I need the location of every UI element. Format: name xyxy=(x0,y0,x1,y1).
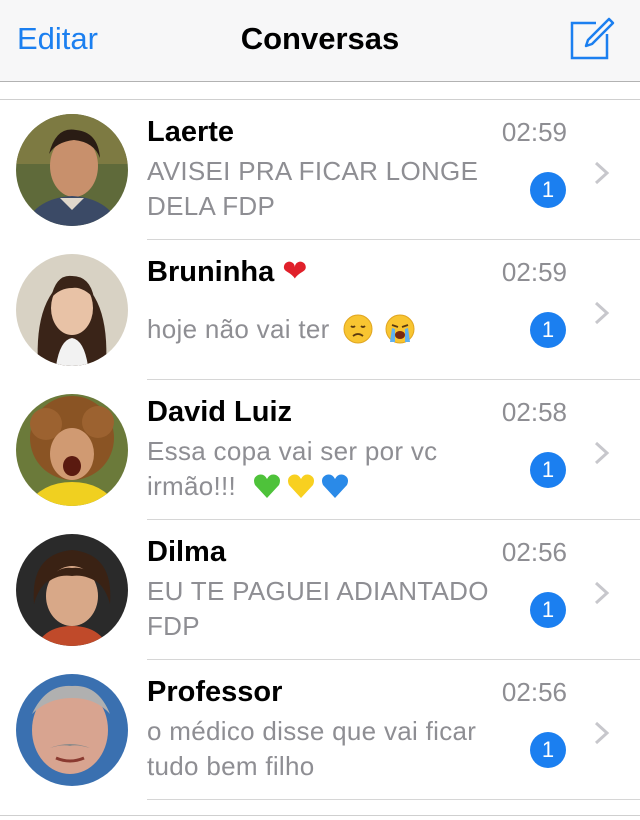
page-title: Conversas xyxy=(240,21,400,56)
contact-name: Bruninha ❤ xyxy=(147,254,307,290)
contact-name: Professor xyxy=(147,676,283,708)
preview-line: Essa copa vai ser por vc xyxy=(147,436,438,466)
message-preview: hoje não vai ter xyxy=(147,312,507,347)
avatar xyxy=(16,254,128,366)
conversation-row[interactable]: Dilma 02:56 EU TE PAGUEI ADIANTADO FDP 1 xyxy=(0,520,640,660)
avatar xyxy=(16,114,128,226)
conversation-list: Laerte 02:59 AVISEI PRA FICAR LONGE DELA… xyxy=(0,100,640,800)
crying-face-icon xyxy=(385,314,415,344)
preview-text: irmão!!! xyxy=(147,471,237,501)
timestamp: 02:59 xyxy=(501,257,567,287)
list-bottom-divider xyxy=(0,815,640,816)
conversation-row[interactable]: Professor 02:56 o médico disse que vai f… xyxy=(0,660,640,800)
chevron-right-icon xyxy=(594,581,610,605)
preview-line: EU TE PAGUEI ADIANTADO xyxy=(147,576,489,606)
avatar xyxy=(16,394,128,506)
unread-badge: 1 xyxy=(530,452,566,488)
contact-name: Laerte xyxy=(147,116,235,148)
yellow-heart-icon xyxy=(287,474,314,498)
unread-badge: 1 xyxy=(530,592,566,628)
preview-line: FDP xyxy=(147,611,200,641)
message-preview: AVISEI PRA FICAR LONGE DELA FDP xyxy=(147,154,507,224)
preview-line: o médico disse que vai ficar xyxy=(147,716,477,746)
preview-line: DELA FDP xyxy=(147,191,276,221)
message-preview: EU TE PAGUEI ADIANTADO FDP xyxy=(147,574,507,644)
chevron-right-icon xyxy=(594,161,610,185)
contact-name-text: Bruninha xyxy=(147,256,275,288)
navigation-bar: Editar Conversas xyxy=(0,0,640,82)
unread-badge: 1 xyxy=(530,172,566,208)
unread-badge: 1 xyxy=(530,312,566,348)
timestamp: 02:56 xyxy=(501,677,567,707)
heart-icon: ❤ xyxy=(282,255,308,288)
green-heart-icon xyxy=(253,474,280,498)
message-preview: Essa copa vai ser por vc irmão!!! xyxy=(147,434,507,504)
message-preview: o médico disse que vai ficar tudo bem fi… xyxy=(147,714,507,784)
preview-line: AVISEI PRA FICAR LONGE xyxy=(147,156,479,186)
preview-line: tudo bem filho xyxy=(147,751,315,781)
contact-name: David Luiz xyxy=(147,396,293,428)
contact-name: Dilma xyxy=(147,536,226,568)
chevron-right-icon xyxy=(594,721,610,745)
preview-line: hoje não vai ter xyxy=(147,314,330,344)
conversation-row[interactable]: Bruninha ❤ 02:59 hoje não vai ter 1 xyxy=(0,240,640,380)
timestamp: 02:58 xyxy=(501,397,567,427)
row-divider xyxy=(147,799,640,800)
timestamp: 02:56 xyxy=(501,537,567,567)
compose-icon[interactable] xyxy=(566,14,616,64)
avatar xyxy=(16,534,128,646)
unread-badge: 1 xyxy=(530,732,566,768)
timestamp: 02:59 xyxy=(501,117,567,147)
conversation-row[interactable]: David Luiz 02:58 Essa copa vai ser por v… xyxy=(0,380,640,520)
conversation-row[interactable]: Laerte 02:59 AVISEI PRA FICAR LONGE DELA… xyxy=(0,100,640,240)
disappointed-face-icon xyxy=(343,314,373,344)
preview-line: irmão!!! xyxy=(147,469,507,504)
blue-heart-icon xyxy=(321,474,348,498)
chevron-right-icon xyxy=(594,301,610,325)
avatar xyxy=(16,674,128,786)
chevron-right-icon xyxy=(594,441,610,465)
